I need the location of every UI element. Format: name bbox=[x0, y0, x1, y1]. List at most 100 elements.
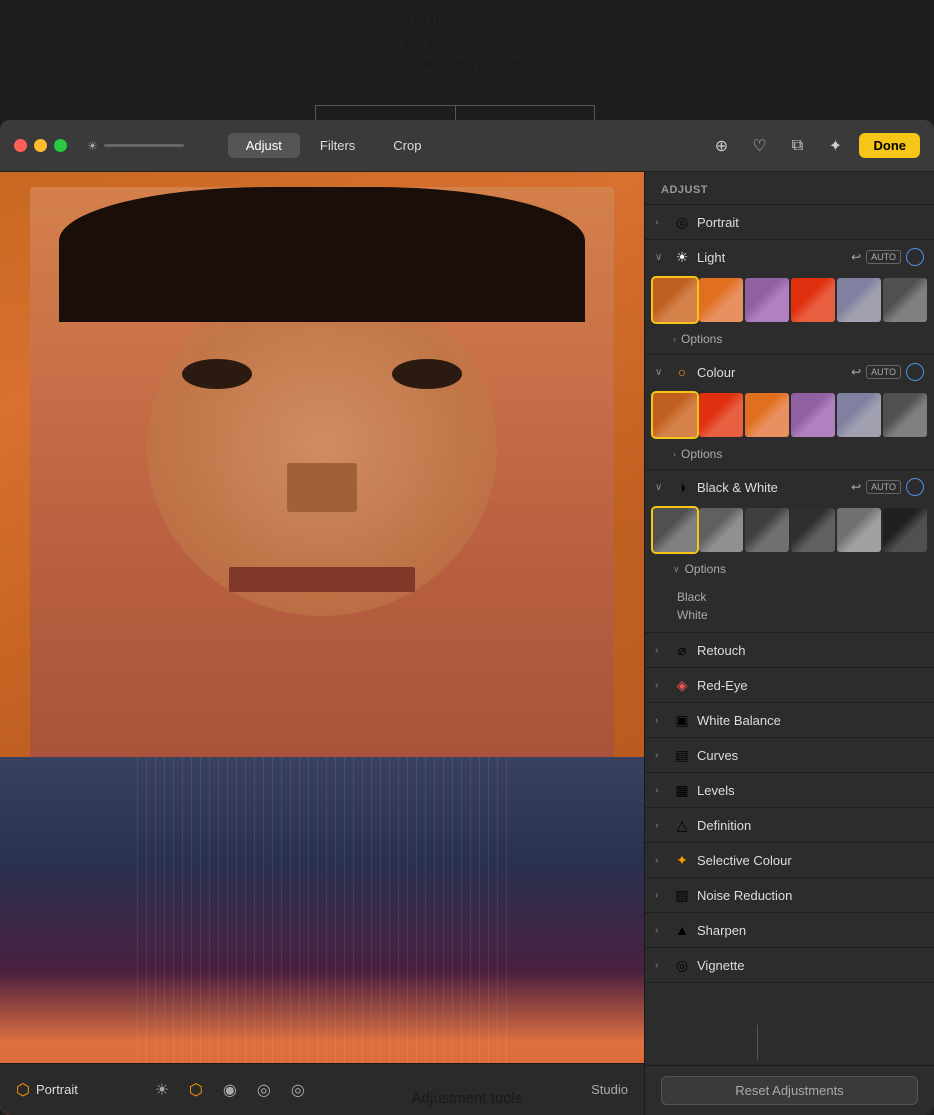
options-colour[interactable]: › Options bbox=[645, 443, 934, 469]
thumb-colour-2[interactable] bbox=[699, 393, 743, 437]
chevron-wb: › bbox=[655, 715, 667, 726]
sidebar-content[interactable]: › ◎ Portrait ∨ ☀ Light ↩ AUTO bbox=[645, 205, 934, 1065]
thumb-bw-3[interactable] bbox=[745, 508, 789, 552]
bw-black-row: Black bbox=[677, 588, 924, 606]
thumb-colour-6[interactable] bbox=[883, 393, 927, 437]
thumb-colour-4[interactable] bbox=[791, 393, 835, 437]
toggle-bw[interactable] bbox=[906, 478, 924, 496]
adjust-item-redeye: › ◈ Red-Eye bbox=[645, 668, 934, 703]
adjust-row-portrait[interactable]: › ◎ Portrait bbox=[645, 205, 934, 239]
adjust-item-portrait: › ◎ Portrait bbox=[645, 205, 934, 240]
adjust-item-definition: › △ Definition bbox=[645, 808, 934, 843]
chevron-levels: › bbox=[655, 785, 667, 796]
magic-button[interactable]: ✦ bbox=[821, 132, 849, 160]
controls-light: ↩ AUTO bbox=[851, 248, 924, 266]
mouth bbox=[229, 567, 416, 592]
thumb-light-3[interactable] bbox=[745, 278, 789, 322]
chevron-definition: › bbox=[655, 820, 667, 831]
auto-light[interactable]: AUTO bbox=[866, 250, 901, 264]
adjust-row-levels[interactable]: › ▦ Levels bbox=[645, 773, 934, 807]
tab-crop[interactable]: Crop bbox=[375, 133, 439, 158]
icon-retouch: ⌀ bbox=[673, 641, 691, 659]
brightness-slider[interactable]: ☀ bbox=[87, 139, 184, 153]
tab-adjust[interactable]: Adjust bbox=[228, 133, 300, 158]
adjust-item-light: ∨ ☀ Light ↩ AUTO bbox=[645, 240, 934, 355]
controls-bw: ↩ AUTO bbox=[851, 478, 924, 496]
thumb-bw-4[interactable] bbox=[791, 508, 835, 552]
heart-button[interactable]: ♡ bbox=[745, 132, 773, 160]
adjust-row-noise[interactable]: › ▨ Noise Reduction bbox=[645, 878, 934, 912]
thumb-light-5[interactable] bbox=[837, 278, 881, 322]
adjust-row-selective[interactable]: › ✦ Selective Colour bbox=[645, 843, 934, 877]
adjust-row-vignette[interactable]: › ◎ Vignette bbox=[645, 948, 934, 982]
chevron-portrait: › bbox=[655, 217, 667, 228]
content-area: ⬡ Portrait ☀ ⬡ ◉ ◎ ◎ Studio ADJUST bbox=[0, 172, 934, 1115]
copy-button[interactable]: ⧉ bbox=[783, 132, 811, 160]
chevron-options-bw: ∨ bbox=[673, 564, 680, 575]
undo-light[interactable]: ↩ bbox=[851, 250, 861, 264]
maximize-button[interactable] bbox=[54, 139, 67, 152]
adjust-row-bw[interactable]: ∨ ◑ Black & White ↩ AUTO bbox=[645, 470, 934, 504]
adjust-row-curves[interactable]: › ▤ Curves bbox=[645, 738, 934, 772]
traffic-lights bbox=[14, 139, 67, 152]
thumb-light-1[interactable] bbox=[653, 278, 697, 322]
thumb-colour-1[interactable] bbox=[653, 393, 697, 437]
options-colour-label: Options bbox=[681, 447, 722, 461]
minimize-button[interactable] bbox=[34, 139, 47, 152]
toggle-colour[interactable] bbox=[906, 363, 924, 381]
thumb-bw-1[interactable] bbox=[653, 508, 697, 552]
thumb-light-4[interactable] bbox=[791, 278, 835, 322]
undo-colour[interactable]: ↩ bbox=[851, 365, 861, 379]
adjust-item-retouch: › ⌀ Retouch bbox=[645, 633, 934, 668]
main-window: ☀ Adjust Filters Crop ⊕ ♡ ⧉ ✦ Done bbox=[0, 120, 934, 1115]
thumb-light-2[interactable] bbox=[699, 278, 743, 322]
face-area bbox=[30, 187, 614, 800]
thumb-colour-3[interactable] bbox=[745, 393, 789, 437]
label-definition: Definition bbox=[697, 818, 924, 833]
bottom-annotation-text: Adjustment tools bbox=[412, 1090, 523, 1107]
label-vignette: Vignette bbox=[697, 958, 924, 973]
label-wb: White Balance bbox=[697, 713, 924, 728]
icon-vignette: ◎ bbox=[673, 956, 691, 974]
label-colour: Colour bbox=[697, 365, 845, 380]
more-button[interactable]: ⊕ bbox=[707, 132, 735, 160]
thumb-colour-5[interactable] bbox=[837, 393, 881, 437]
close-button[interactable] bbox=[14, 139, 27, 152]
thumb-bw-5[interactable] bbox=[837, 508, 881, 552]
auto-colour[interactable]: AUTO bbox=[866, 365, 901, 379]
thumb-light-6[interactable] bbox=[883, 278, 927, 322]
options-bw-sub: Black White bbox=[645, 584, 934, 632]
annotation-line-bottom bbox=[757, 1025, 758, 1060]
undo-bw[interactable]: ↩ bbox=[851, 480, 861, 494]
toggle-light[interactable] bbox=[906, 248, 924, 266]
icon-definition: △ bbox=[673, 816, 691, 834]
tab-filters[interactable]: Filters bbox=[302, 133, 373, 158]
chevron-options-colour: › bbox=[673, 449, 676, 459]
thumb-bw-6[interactable] bbox=[883, 508, 927, 552]
thumb-bw-2[interactable] bbox=[699, 508, 743, 552]
icon-noise: ▨ bbox=[673, 886, 691, 904]
options-light[interactable]: › Options bbox=[645, 328, 934, 354]
adjust-row-definition[interactable]: › △ Definition bbox=[645, 808, 934, 842]
adjust-row-light[interactable]: ∨ ☀ Light ↩ AUTO bbox=[645, 240, 934, 274]
label-levels: Levels bbox=[697, 783, 924, 798]
bw-white-label: White bbox=[677, 608, 708, 622]
photo-area: ⬡ Portrait ☀ ⬡ ◉ ◎ ◎ Studio bbox=[0, 172, 644, 1115]
adjust-row-sharpen[interactable]: › ▲ Sharpen bbox=[645, 913, 934, 947]
adjust-row-retouch[interactable]: › ⌀ Retouch bbox=[645, 633, 934, 667]
chevron-selective: › bbox=[655, 855, 667, 866]
label-sharpen: Sharpen bbox=[697, 923, 924, 938]
options-bw-row[interactable]: ∨ Options bbox=[645, 558, 934, 584]
icon-bw: ◑ bbox=[673, 478, 691, 496]
auto-bw[interactable]: AUTO bbox=[866, 480, 901, 494]
controls-colour: ↩ AUTO bbox=[851, 363, 924, 381]
adjust-row-redeye[interactable]: › ◈ Red-Eye bbox=[645, 668, 934, 702]
bw-black-label: Black bbox=[677, 590, 706, 604]
chevron-bw: ∨ bbox=[655, 482, 667, 493]
nose bbox=[287, 463, 357, 512]
adjust-row-colour[interactable]: ∨ ○ Colour ↩ AUTO bbox=[645, 355, 934, 389]
adjust-row-wb[interactable]: › ▣ White Balance bbox=[645, 703, 934, 737]
done-button[interactable]: Done bbox=[859, 133, 920, 158]
hair bbox=[59, 187, 585, 322]
adjust-item-noise: › ▨ Noise Reduction bbox=[645, 878, 934, 913]
